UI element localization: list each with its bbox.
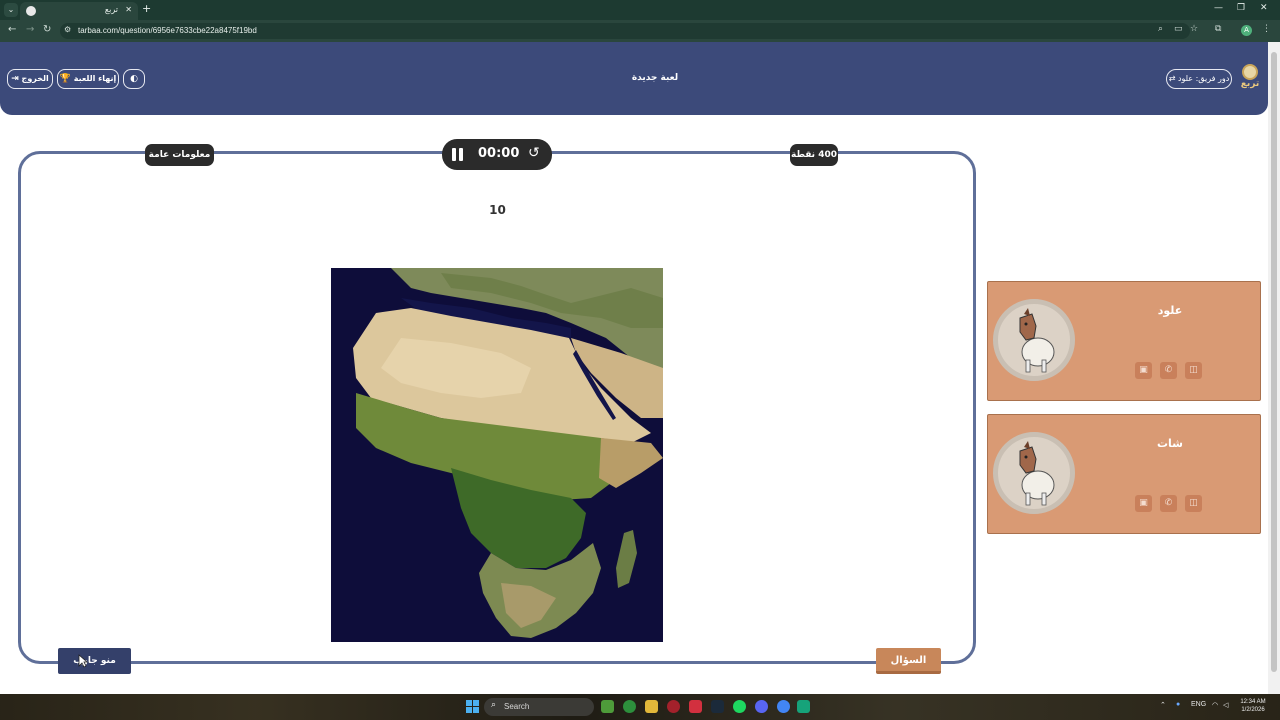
exit-icon: ⇥: [11, 74, 19, 84]
team-card-2: شات ▣ ✆ ◫: [987, 414, 1261, 534]
team-avatar: [993, 299, 1075, 381]
logo-text: تربع: [1240, 79, 1260, 89]
category-badge: معلومات عامة: [145, 144, 214, 166]
lifeline-split-icon[interactable]: ◫: [1185, 362, 1202, 379]
taskbar-app-chrome-icon[interactable]: [777, 700, 790, 713]
game-header: الخروج ⇥ إنهاء اللعبة 🏆 ◐ لعبة جديدة دور…: [0, 42, 1268, 115]
profile-avatar[interactable]: A: [1241, 25, 1252, 36]
team-card-1: علود ▣ ✆ ◫: [987, 281, 1261, 401]
lifeline-call-icon[interactable]: ✆: [1160, 362, 1177, 379]
trophy-icon: 🏆: [59, 74, 71, 84]
page-title: لعبة جديدة: [631, 73, 679, 83]
back-icon[interactable]: ←: [8, 24, 16, 35]
question-button[interactable]: السؤال: [876, 648, 941, 674]
close-window-icon[interactable]: ✕: [1260, 3, 1268, 13]
url-text: tarbaa.com/question/6956e7633cbe22a8475f…: [78, 26, 257, 35]
site-favicon-icon: [26, 6, 36, 16]
exit-button[interactable]: الخروج ⇥: [7, 69, 53, 89]
tray-language[interactable]: ENG: [1191, 701, 1206, 708]
cast-icon[interactable]: ▭: [1174, 24, 1183, 34]
africa-satellite-image: [331, 268, 663, 642]
lifeline-image-icon[interactable]: ▣: [1135, 362, 1152, 379]
end-game-label: إنهاء اللعبة: [73, 74, 117, 83]
taskbar-app-spotify-icon[interactable]: [733, 700, 746, 713]
taskbar-background: [0, 694, 1280, 720]
timer-display: 00:00: [478, 146, 520, 161]
horse-mascot-icon: [1019, 308, 1055, 373]
clock-date: 1/2/2026: [1241, 707, 1265, 713]
browser-tab-bar: ⌄ تربع ✕ + — ❐ ✕: [0, 0, 1280, 20]
question-text: 10: [489, 203, 506, 217]
taskbar-app-xbox-icon[interactable]: [623, 700, 636, 713]
theme-toggle-button[interactable]: ◐: [123, 69, 145, 89]
windows-taskbar: ⌕ Search ⌃ ● ENG ◠ ◁ 12:34 AM 1/2/2026: [0, 694, 1280, 720]
team-name: شات: [1156, 437, 1183, 450]
lifeline-call-icon[interactable]: ✆: [1160, 495, 1177, 512]
tray-volume-icon[interactable]: ◁: [1223, 701, 1228, 709]
web-page: الخروج ⇥ إنهاء اللعبة 🏆 ◐ لعبة جديدة دور…: [0, 42, 1268, 694]
extensions-icon[interactable]: ⧉: [1215, 24, 1221, 34]
taskbar-app-nvidia-icon[interactable]: [601, 700, 614, 713]
tray-overflow-icon[interactable]: ⌃: [1160, 701, 1166, 709]
taskbar-search-placeholder: Search: [504, 702, 530, 711]
browser-tab[interactable]: تربع ✕: [20, 2, 138, 20]
tray-wifi-icon[interactable]: ◠: [1212, 701, 1218, 709]
bookmark-star-icon[interactable]: ☆: [1190, 24, 1198, 34]
lifeline-split-icon[interactable]: ◫: [1185, 495, 1202, 512]
clock-time: 12:34 AM: [1240, 699, 1266, 705]
logo-emblem-icon: [1242, 64, 1258, 80]
taskbar-app-green-icon[interactable]: [797, 700, 810, 713]
start-windows-icon[interactable]: [466, 700, 479, 713]
site-logo[interactable]: تربع: [1238, 64, 1262, 94]
minimize-icon[interactable]: —: [1214, 3, 1223, 13]
tab-search-button[interactable]: ⌄: [4, 3, 18, 17]
reset-timer-icon[interactable]: ↺: [528, 145, 540, 161]
team-name: علود: [1157, 304, 1183, 317]
taskbar-app-discord-icon[interactable]: [755, 700, 768, 713]
end-game-button[interactable]: إنهاء اللعبة 🏆: [57, 69, 119, 89]
taskbar-app-opera-icon[interactable]: [667, 700, 680, 713]
lifeline-image-icon[interactable]: ▣: [1135, 495, 1152, 512]
team-avatar: [993, 432, 1075, 514]
page-scrollbar[interactable]: [1268, 42, 1280, 694]
mouse-cursor-icon: [78, 654, 88, 668]
new-tab-icon[interactable]: +: [142, 2, 151, 15]
reload-icon[interactable]: ↻: [43, 24, 51, 35]
horse-mascot-icon: [1019, 441, 1055, 506]
restore-icon[interactable]: ❐: [1237, 3, 1245, 13]
browser-address-bar: ← → ↻ ⚙ tarbaa.com/question/6956e7633cbe…: [0, 20, 1280, 42]
site-info-icon[interactable]: ⚙: [64, 25, 71, 34]
pause-icon[interactable]: [452, 148, 464, 161]
search-icon: ⌕: [491, 700, 497, 710]
taskbar-app-files-icon[interactable]: [645, 700, 658, 713]
taskbar-app-steam-icon[interactable]: [711, 700, 724, 713]
browser-menu-icon[interactable]: ⋮: [1262, 24, 1271, 34]
taskbar-search[interactable]: ⌕ Search: [484, 698, 594, 716]
points-badge: 400 نقطة: [790, 144, 838, 166]
tab-title: تربع: [104, 5, 118, 14]
team-turn-label: دور فريق: علود: [1177, 74, 1230, 83]
url-field[interactable]: ⚙ tarbaa.com/question/6956e7633cbe22a847…: [60, 23, 1190, 39]
team-turn-button[interactable]: دور فريق: علود ⇄: [1166, 69, 1232, 89]
close-tab-icon[interactable]: ✕: [125, 5, 132, 14]
zoom-icon[interactable]: ⌕: [1158, 24, 1163, 34]
taskbar-app-red-icon[interactable]: [689, 700, 702, 713]
timer: 00:00 ↺: [442, 139, 552, 170]
palette-icon: ◐: [130, 74, 138, 84]
tray-mic-icon[interactable]: ●: [1176, 701, 1180, 708]
forward-icon[interactable]: →: [26, 24, 34, 35]
who-answered-button[interactable]: منو جاوب: [58, 648, 131, 674]
taskbar-clock[interactable]: 12:34 AM 1/2/2026: [1236, 698, 1270, 714]
exit-label: الخروج: [21, 74, 49, 83]
scrollbar-thumb[interactable]: [1271, 52, 1277, 672]
switch-turn-icon: ⇄: [1168, 74, 1176, 83]
